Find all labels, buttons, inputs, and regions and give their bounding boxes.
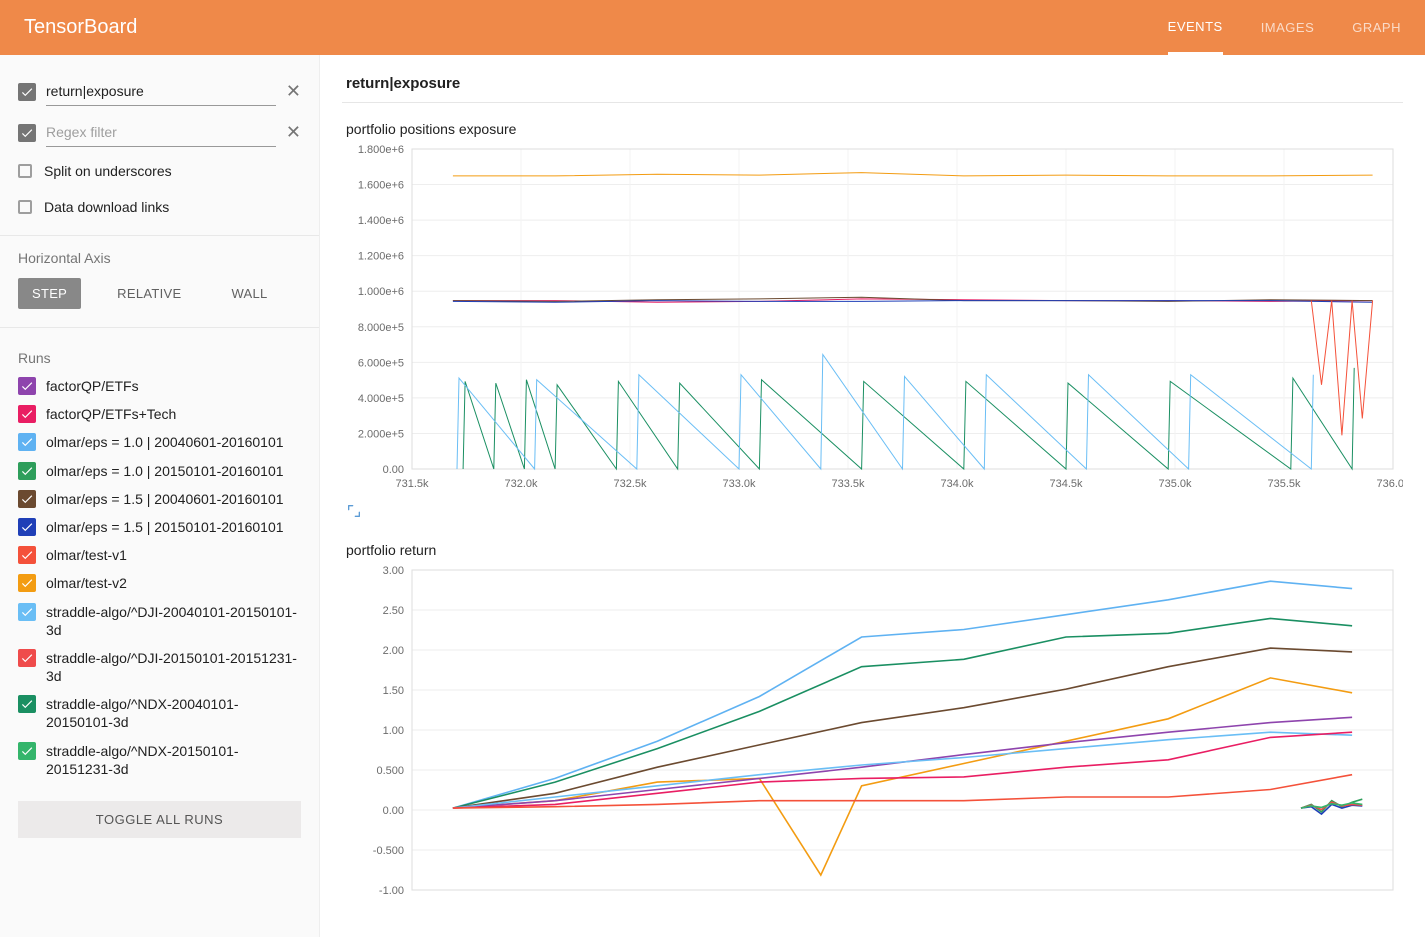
run-label: olmar/eps = 1.5 | 20150101-20160101 [46, 518, 301, 536]
svg-text:1.600e+6: 1.600e+6 [358, 180, 404, 192]
run-checkbox[interactable] [18, 574, 36, 592]
run-checkbox[interactable] [18, 433, 36, 451]
svg-text:735.0k: 735.0k [1158, 478, 1192, 490]
app-title: TensorBoard [24, 16, 1168, 39]
svg-text:4.000e+5: 4.000e+5 [358, 393, 404, 405]
svg-text:1.00: 1.00 [383, 725, 404, 737]
svg-text:8.000e+5: 8.000e+5 [358, 322, 404, 334]
svg-text:3.00: 3.00 [383, 565, 404, 577]
svg-text:-1.00: -1.00 [379, 885, 404, 897]
svg-text:1.800e+6: 1.800e+6 [358, 144, 404, 156]
run-label: olmar/eps = 1.0 | 20150101-20160101 [46, 462, 301, 480]
svg-text:734.5k: 734.5k [1049, 478, 1083, 490]
chart-return[interactable]: -1.00 -0.500 0.00 0.500 1.00 1.50 2.00 2.50 3.00 [342, 560, 1403, 920]
regex-checkbox[interactable] [18, 124, 36, 142]
search-input[interactable] [46, 77, 276, 106]
run-row[interactable]: straddle-algo/^NDX-20150101-20151231-3d [0, 737, 319, 783]
clear-regex-icon[interactable]: ✕ [286, 122, 301, 143]
download-links-checkbox[interactable] [18, 200, 32, 214]
run-checkbox[interactable] [18, 490, 36, 508]
expand-chart-icon[interactable] [346, 503, 362, 519]
axis-section-label: Horizontal Axis [0, 246, 319, 278]
run-checkbox[interactable] [18, 603, 36, 621]
chart-exposure-title: portfolio positions exposure [346, 121, 1403, 137]
svg-text:735.5k: 735.5k [1267, 478, 1301, 490]
main-panel: return|exposure portfolio positions expo… [320, 55, 1425, 937]
run-label: factorQP/ETFs [46, 377, 301, 395]
svg-text:1.50: 1.50 [383, 685, 404, 697]
runs-section-label: Runs [0, 338, 319, 372]
svg-text:1.200e+6: 1.200e+6 [358, 251, 404, 263]
run-row[interactable]: straddle-algo/^DJI-20040101-20150101-3d [0, 598, 319, 644]
run-row[interactable]: straddle-algo/^DJI-20150101-20151231-3d [0, 644, 319, 690]
run-row[interactable]: olmar/test-v1 [0, 541, 319, 569]
run-checkbox[interactable] [18, 377, 36, 395]
svg-text:733.0k: 733.0k [722, 478, 756, 490]
svg-text:736.0k: 736.0k [1376, 478, 1403, 490]
run-label: straddle-algo/^DJI-20150101-20151231-3d [46, 649, 301, 685]
chart-exposure[interactable]: 0.00 2.000e+5 4.000e+5 6.000e+5 8.000e+5 1.00… [342, 139, 1403, 499]
clear-search-icon[interactable]: ✕ [286, 81, 301, 102]
svg-text:734.0k: 734.0k [940, 478, 974, 490]
svg-text:731.5k: 731.5k [395, 478, 429, 490]
run-checkbox[interactable] [18, 649, 36, 667]
run-row[interactable]: olmar/eps = 1.5 | 20150101-20160101 [0, 513, 319, 541]
axis-step-button[interactable]: STEP [18, 278, 81, 309]
svg-text:2.50: 2.50 [383, 605, 404, 617]
axis-wall-button[interactable]: WALL [217, 278, 281, 309]
svg-text:0.500: 0.500 [376, 765, 404, 777]
run-checkbox[interactable] [18, 742, 36, 760]
run-row[interactable]: olmar/eps = 1.0 | 20150101-20160101 [0, 457, 319, 485]
svg-text:0.00: 0.00 [383, 805, 404, 817]
split-underscores-checkbox[interactable] [18, 164, 32, 178]
tab-images[interactable]: IMAGES [1261, 0, 1315, 55]
page-title: return|exposure [342, 55, 1403, 103]
run-label: olmar/eps = 1.5 | 20040601-20160101 [46, 490, 301, 508]
regex-input[interactable] [46, 118, 276, 147]
runs-list: factorQP/ETFs factorQP/ETFs+Tech olmar/eps… [0, 372, 319, 783]
chart-return-title: portfolio return [346, 542, 1403, 558]
toggle-all-runs-button[interactable]: TOGGLE ALL RUNS [18, 801, 301, 838]
svg-text:732.5k: 732.5k [613, 478, 647, 490]
run-checkbox[interactable] [18, 462, 36, 480]
run-checkbox[interactable] [18, 546, 36, 564]
axis-relative-button[interactable]: RELATIVE [103, 278, 195, 309]
run-label: straddle-algo/^DJI-20040101-20150101-3d [46, 603, 301, 639]
svg-text:1.000e+6: 1.000e+6 [358, 286, 404, 298]
run-checkbox[interactable] [18, 695, 36, 713]
run-label: olmar/test-v1 [46, 546, 301, 564]
run-row[interactable]: olmar/test-v2 [0, 569, 319, 597]
split-underscores-label: Split on underscores [44, 163, 172, 179]
svg-text:0.00: 0.00 [383, 464, 404, 476]
run-checkbox[interactable] [18, 405, 36, 423]
run-row[interactable]: olmar/eps = 1.0 | 20040601-20160101 [0, 428, 319, 456]
run-label: olmar/test-v2 [46, 574, 301, 592]
run-row[interactable]: factorQP/ETFs [0, 372, 319, 400]
svg-text:6.000e+5: 6.000e+5 [358, 357, 404, 369]
run-row[interactable]: olmar/eps = 1.5 | 20040601-20160101 [0, 485, 319, 513]
run-checkbox[interactable] [18, 518, 36, 536]
download-links-label: Data download links [44, 199, 169, 215]
svg-text:2.00: 2.00 [383, 645, 404, 657]
app-header: TensorBoard EVENTS IMAGES GRAPH [0, 0, 1425, 55]
svg-text:732.0k: 732.0k [504, 478, 538, 490]
sidebar: ✕ ✕ Split on underscores Data download l… [0, 55, 320, 937]
run-label: factorQP/ETFs+Tech [46, 405, 301, 423]
svg-text:733.5k: 733.5k [831, 478, 865, 490]
tab-graph[interactable]: GRAPH [1352, 0, 1401, 55]
run-row[interactable]: factorQP/ETFs+Tech [0, 400, 319, 428]
tab-events[interactable]: EVENTS [1168, 0, 1223, 55]
search-checkbox[interactable] [18, 83, 36, 101]
run-label: olmar/eps = 1.0 | 20040601-20160101 [46, 433, 301, 451]
svg-text:-0.500: -0.500 [373, 845, 404, 857]
run-label: straddle-algo/^NDX-20150101-20151231-3d [46, 742, 301, 778]
svg-text:2.000e+5: 2.000e+5 [358, 428, 404, 440]
run-row[interactable]: straddle-algo/^NDX-20040101-20150101-3d [0, 690, 319, 736]
svg-text:1.400e+6: 1.400e+6 [358, 215, 404, 227]
header-tabs: EVENTS IMAGES GRAPH [1168, 0, 1401, 55]
run-label: straddle-algo/^NDX-20040101-20150101-3d [46, 695, 301, 731]
